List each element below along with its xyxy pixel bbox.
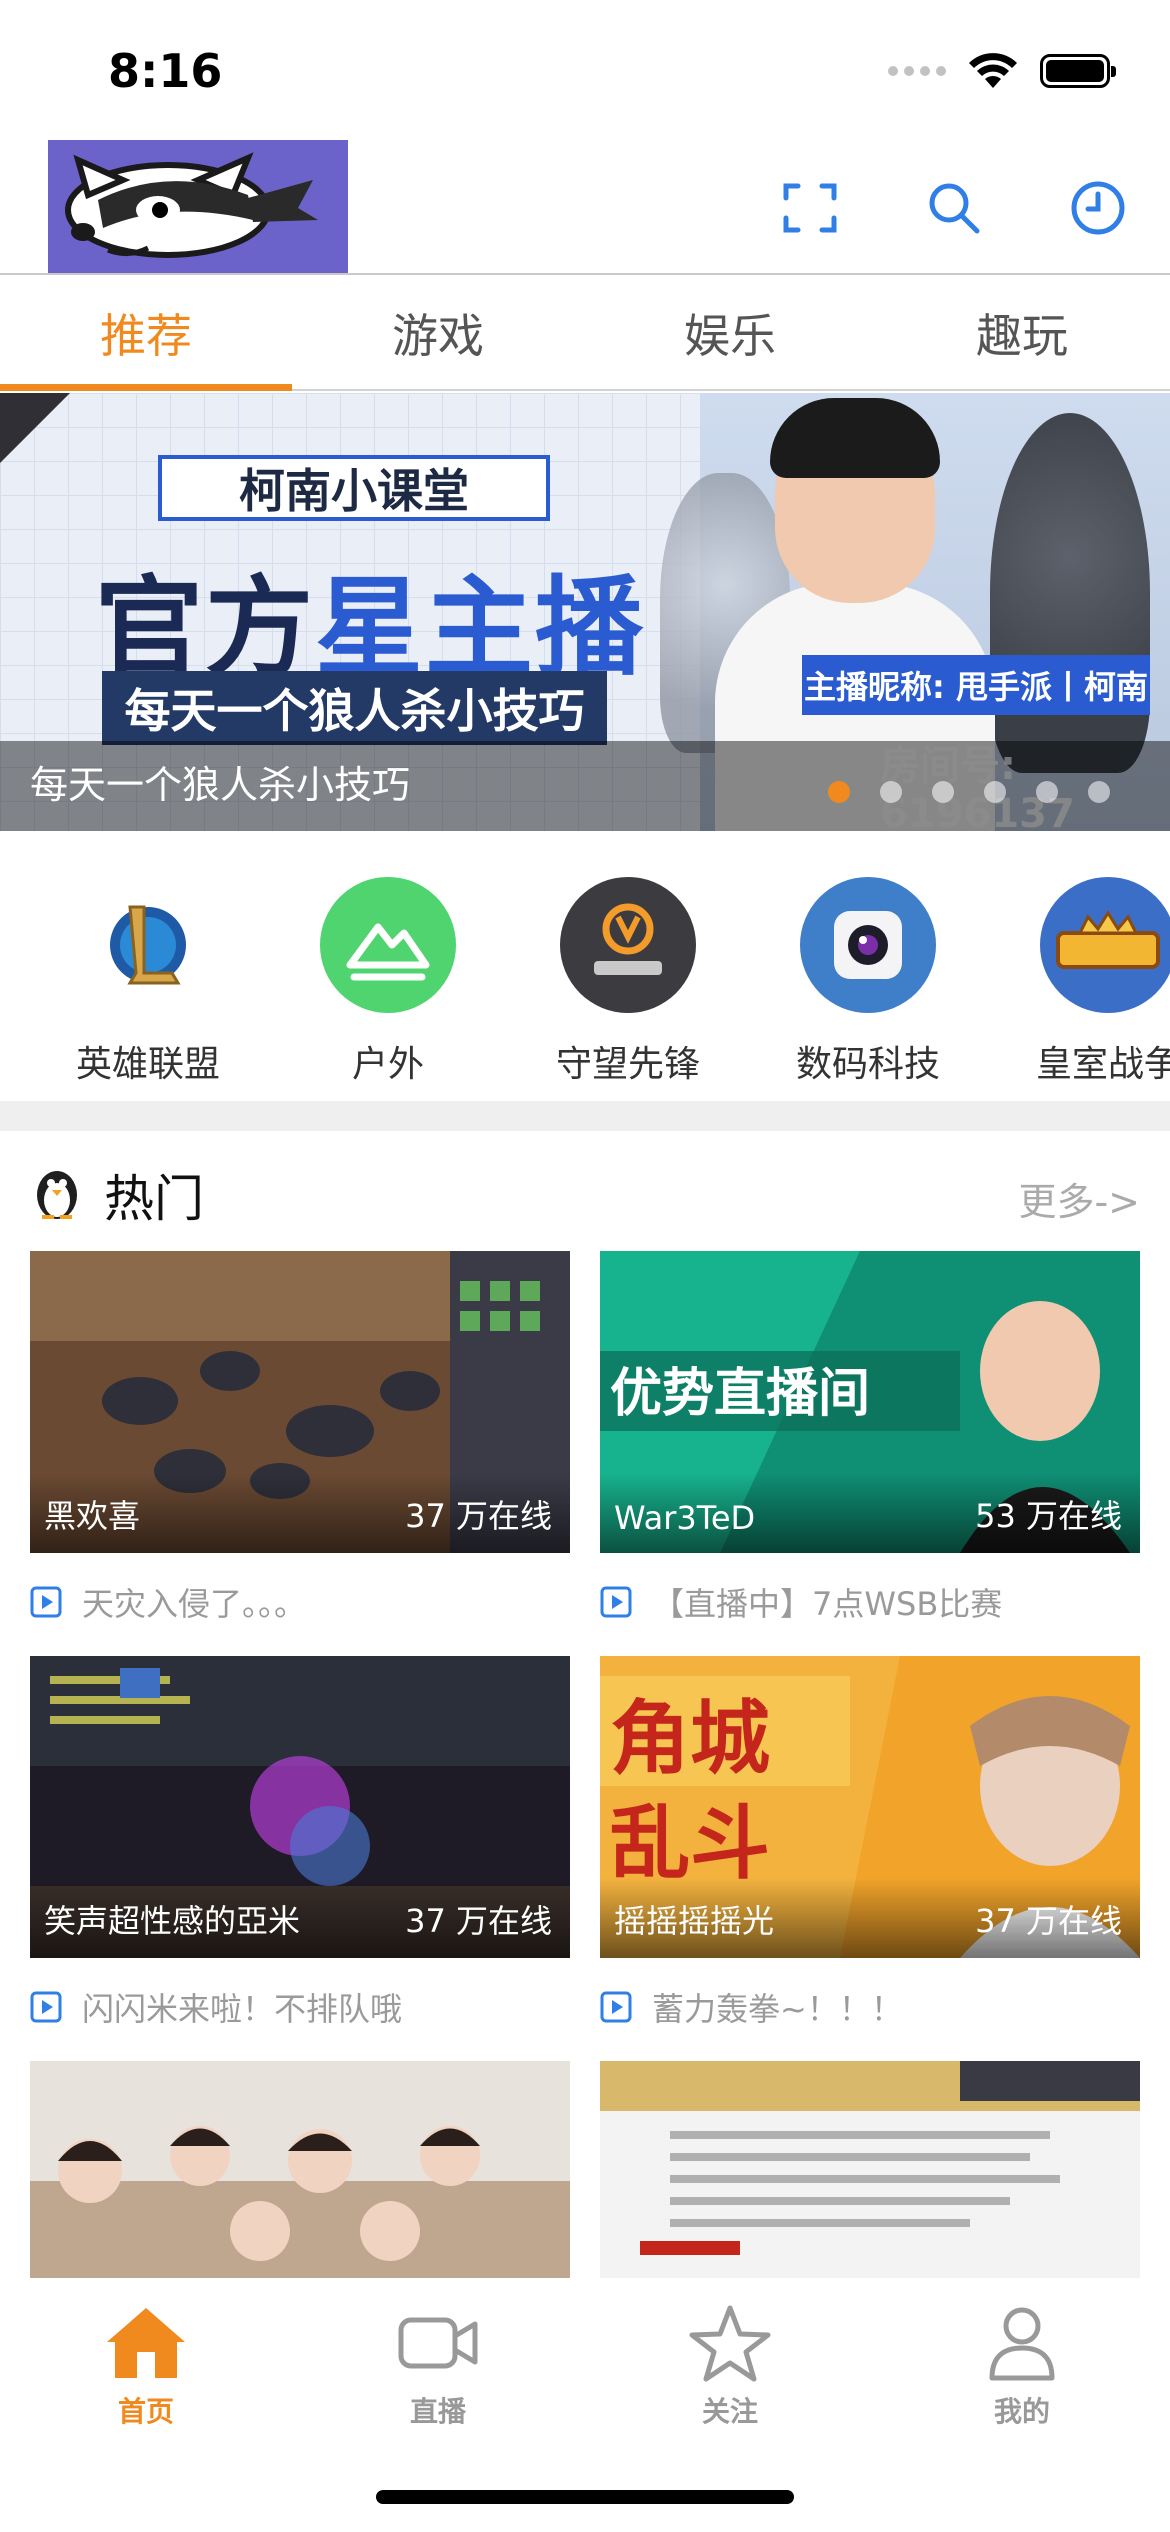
banner-caption: 每天一个狼人杀小技巧 xyxy=(30,763,411,807)
tab-entertainment[interactable]: 娱乐 xyxy=(584,277,876,389)
banner-page-dot[interactable] xyxy=(1036,781,1058,803)
status-time: 8:16 xyxy=(108,44,223,98)
stream-thumbnail xyxy=(30,2061,570,2281)
penguin-icon xyxy=(37,1171,77,1219)
stream-thumbnail: 角城 乱斗 摇摇摇摇光 37 万在线 xyxy=(600,1656,1140,1958)
hot-section-header: 热门 更多-> xyxy=(0,1131,1170,1251)
person-icon xyxy=(989,2307,1055,2381)
overwatch-icon xyxy=(560,877,696,1013)
svg-text:角城: 角城 xyxy=(610,1692,770,1785)
battery-icon xyxy=(1040,54,1116,88)
stream-thumbnail: 优势直播间 War3TeD 53 万在线 xyxy=(600,1251,1140,1553)
category-item-outdoor[interactable]: 户外 xyxy=(268,877,508,1087)
hot-section-title: 热门 xyxy=(104,1170,204,1228)
clash-royale-icon xyxy=(1040,877,1170,1013)
tab-follow[interactable]: 关注 xyxy=(584,2302,876,2430)
camera-icon xyxy=(800,877,936,1013)
category-item-lol[interactable]: 英雄联盟 xyxy=(28,877,268,1087)
viewer-count: 37 万在线 xyxy=(975,1902,1122,1940)
banner-label: 柯南小课堂 xyxy=(158,455,550,521)
stream-thumbnail: 黑欢喜 37 万在线 xyxy=(30,1251,570,1553)
category-label: 户外 xyxy=(351,1044,424,1085)
stream-title: 闪闪米来啦！不排队哦 xyxy=(30,1982,402,2032)
history-clock-icon[interactable] xyxy=(1068,178,1128,238)
stream-card[interactable] xyxy=(600,2061,1140,2281)
banner-page-dot[interactable] xyxy=(828,781,850,803)
raccoon-logo-icon xyxy=(48,140,348,273)
more-link[interactable]: 更多-> xyxy=(1018,1171,1140,1226)
tab-label: 关注 xyxy=(701,2395,758,2428)
banner-carousel[interactable]: 柯南小课堂 官方星主播 每天一个狼人杀小技巧 主播昵称: 甩手派丨柯南 房间号:… xyxy=(0,393,1170,831)
banner-subtitle: 每天一个狼人杀小技巧 xyxy=(102,671,607,745)
stream-title: 天灾入侵了。。。 xyxy=(30,1577,306,1627)
tab-label: 我的 xyxy=(993,2395,1050,2428)
streamer-name: 黑欢喜 xyxy=(44,1497,141,1535)
svg-text:优势直播间: 优势直播间 xyxy=(610,1364,870,1424)
category-tabs: 推荐 游戏 娱乐 趣玩 xyxy=(0,277,1170,391)
tab-label: 首页 xyxy=(117,2395,174,2428)
viewer-count: 37 万在线 xyxy=(405,1902,552,1940)
top-navbar xyxy=(0,140,1170,275)
tab-games[interactable]: 游戏 xyxy=(292,277,584,389)
category-label: 守望先锋 xyxy=(555,1044,700,1085)
stream-card[interactable]: 优势直播间 War3TeD 53 万在线 【直播中】7点WSB比赛 xyxy=(600,1251,1140,1631)
category-item-clash-royale[interactable]: 皇室战争 xyxy=(988,877,1170,1087)
cellular-signal-icon xyxy=(888,66,946,76)
home-icon xyxy=(107,2308,185,2378)
tab-live[interactable]: 直播 xyxy=(292,2302,584,2430)
banner-page-dot[interactable] xyxy=(932,781,954,803)
category-label: 英雄联盟 xyxy=(75,1044,220,1085)
viewer-count: 37 万在线 xyxy=(405,1497,552,1535)
play-icon xyxy=(30,1991,62,2023)
banner-page-dot[interactable] xyxy=(1088,781,1110,803)
banner-wolf-art xyxy=(990,413,1150,773)
outdoor-mountain-icon xyxy=(320,877,456,1013)
category-item-digital[interactable]: 数码科技 xyxy=(748,877,988,1087)
play-icon xyxy=(600,1586,632,1618)
svg-text:乱斗: 乱斗 xyxy=(610,1797,770,1890)
stream-card[interactable] xyxy=(30,2061,570,2281)
stream-card[interactable]: 黑欢喜 37 万在线 天灾入侵了。。。 xyxy=(30,1251,570,1631)
category-label: 皇室战争 xyxy=(1035,1044,1170,1085)
home-indicator xyxy=(376,2490,794,2504)
scan-icon[interactable] xyxy=(780,178,840,238)
viewer-count: 53 万在线 xyxy=(975,1497,1122,1535)
tab-label: 直播 xyxy=(409,2395,466,2428)
stream-title: 【直播中】7点WSB比赛 xyxy=(600,1577,1002,1627)
banner-streamer-tag: 主播昵称: 甩手派丨柯南 xyxy=(802,655,1150,715)
category-label: 数码科技 xyxy=(795,1044,940,1085)
streamer-name: 笑声超性感的亞米 xyxy=(44,1902,301,1940)
section-divider xyxy=(0,1101,1170,1131)
tab-fun[interactable]: 趣玩 xyxy=(876,277,1168,389)
stream-thumbnail: 笑声超性感的亞米 37 万在线 xyxy=(30,1656,570,1958)
banner-page-dot[interactable] xyxy=(984,781,1006,803)
play-icon xyxy=(30,1586,62,1618)
banner-page-dot[interactable] xyxy=(880,781,902,803)
star-icon xyxy=(689,2305,771,2382)
search-icon[interactable] xyxy=(924,178,984,238)
tab-mine[interactable]: 我的 xyxy=(876,2302,1168,2430)
category-shortcuts: 英雄联盟 户外 守望先锋 数码科技 皇室战争 xyxy=(0,831,1170,1101)
stream-thumbnail xyxy=(600,2061,1140,2281)
app-logo[interactable] xyxy=(48,140,348,273)
play-icon xyxy=(600,1991,632,2023)
stream-title: 蓄力轰拳~！！！ xyxy=(600,1982,903,2032)
video-camera-icon xyxy=(398,2317,478,2369)
tab-home[interactable]: 首页 xyxy=(0,2302,292,2430)
streamer-name: War3TeD xyxy=(614,1499,756,1537)
tab-recommend[interactable]: 推荐 xyxy=(0,277,292,391)
status-indicators xyxy=(888,52,1116,90)
streamer-name: 摇摇摇摇光 xyxy=(614,1902,775,1940)
stream-card[interactable]: 笑声超性感的亞米 37 万在线 闪闪米来啦！不排队哦 xyxy=(30,1656,570,2036)
banner-page-dots xyxy=(828,781,1110,803)
nav-actions xyxy=(780,178,1128,238)
wifi-icon xyxy=(969,53,1017,88)
stream-card[interactable]: 角城 乱斗 摇摇摇摇光 37 万在线 蓄力轰拳~！！！ xyxy=(600,1656,1140,2036)
status-bar: 8:16 xyxy=(0,0,1170,140)
category-item-overwatch[interactable]: 守望先锋 xyxy=(508,877,748,1087)
league-of-legends-icon xyxy=(80,877,216,1013)
